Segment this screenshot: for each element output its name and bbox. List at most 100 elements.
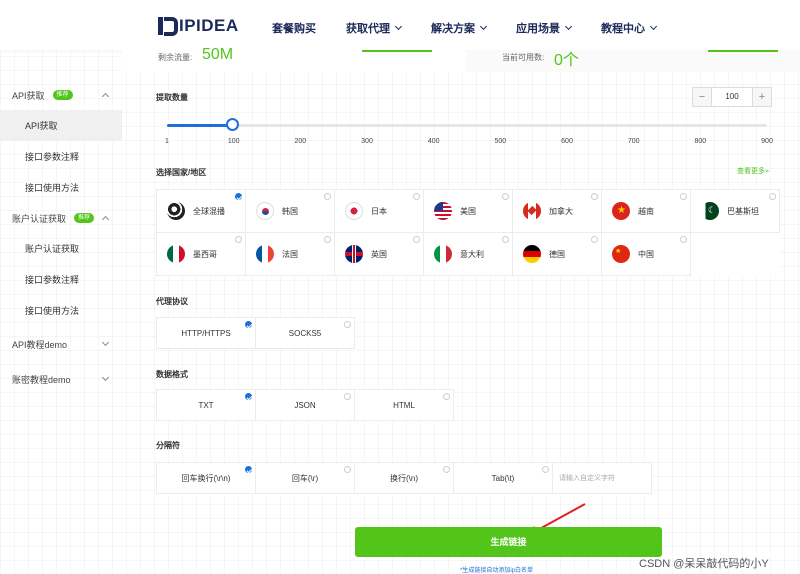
protocol-grid: HTTP/HTTPS SOCKS5	[156, 317, 355, 349]
checkbox	[443, 466, 450, 473]
nav-item-packages[interactable]: 套餐购买	[272, 20, 316, 36]
custom-separator-input[interactable]: 请输入自定义字符	[552, 462, 652, 494]
checkbox	[344, 321, 351, 328]
quantity-slider-handle[interactable]	[226, 118, 239, 131]
separator-option-crlf[interactable]: 回车换行(\r\n)	[156, 462, 256, 494]
main-nav: 套餐购买 获取代理 解决方案 应用场景 教程中心	[272, 20, 686, 36]
region-option-usa[interactable]: 美国	[423, 189, 513, 233]
format-grid: TXT JSON HTML	[156, 389, 454, 421]
quantity-slider-fill	[167, 124, 233, 127]
korea-flag-icon	[256, 202, 274, 220]
sidebar-item-api-usage[interactable]: 接口使用方法	[0, 172, 122, 203]
format-option-txt[interactable]: TXT	[156, 389, 256, 421]
region-option-global[interactable]: 全球混播	[156, 189, 246, 233]
slider-tick-label: 300	[361, 138, 373, 145]
format-option-html[interactable]: HTML	[354, 389, 454, 421]
sidebar-group-account-demo[interactable]: 账密教程demo	[0, 362, 122, 396]
region-option-uk[interactable]: 英国	[334, 232, 424, 276]
quantity-stepper: − 100 +	[692, 87, 772, 107]
region-option-china[interactable]: ★ 中国	[601, 232, 691, 276]
chevron-down-icon	[101, 338, 110, 347]
decrement-button[interactable]: −	[693, 88, 711, 106]
nav-item-get-proxy[interactable]: 获取代理	[346, 20, 403, 36]
slider-tick-label: 200	[294, 138, 307, 145]
remaining-traffic-card: 剩余流量: 50M	[122, 46, 465, 72]
sidebar-item-account-usage[interactable]: 接口使用方法	[0, 295, 122, 326]
remaining-traffic-label: 剩余流量:	[158, 53, 193, 62]
checkbox	[680, 236, 687, 243]
format-title: 数据格式	[156, 370, 188, 379]
sidebar-item-account-params[interactable]: 接口参数注释	[0, 264, 122, 295]
quantity-input[interactable]: 100	[711, 88, 753, 106]
checkbox	[413, 236, 420, 243]
slider-tick-label: 500	[494, 138, 507, 145]
checkbox	[324, 193, 331, 200]
protocol-option-socks5[interactable]: SOCKS5	[255, 317, 355, 349]
separator-option-lf[interactable]: 换行(\n)	[354, 462, 454, 494]
whitelist-hint: *生成链接自动添加ip白名单	[460, 568, 534, 574]
logo-text: IPIDEA	[179, 16, 239, 35]
checkbox	[502, 193, 509, 200]
checkbox-checked	[235, 193, 242, 200]
increment-button[interactable]: +	[753, 88, 771, 106]
nav-item-solutions[interactable]: 解决方案	[431, 20, 488, 36]
remaining-traffic-value: 50M	[202, 46, 234, 63]
checkbox	[324, 236, 331, 243]
see-more-link[interactable]: 查看更多»	[737, 166, 769, 176]
mexico-flag-icon	[167, 245, 185, 263]
region-option-canada[interactable]: 加拿大	[512, 189, 602, 233]
sidebar-item-account-get[interactable]: 账户认证获取	[0, 233, 122, 264]
slider-tick-label: 800	[694, 138, 707, 145]
checkbox-checked	[245, 466, 252, 473]
canada-flag-icon	[523, 202, 541, 220]
slider-tick-label: 900	[761, 138, 773, 145]
slider-tick-label: 600	[561, 138, 573, 145]
generate-link-button[interactable]: 生成链接	[355, 527, 662, 557]
checkbox-checked	[245, 321, 252, 328]
format-option-json[interactable]: JSON	[255, 389, 355, 421]
sidebar: API获取 推荐 API获取 接口参数注释 接口使用方法 账户认证获取 推荐 账…	[0, 80, 122, 396]
extract-title: 提取数量	[156, 93, 188, 102]
checkbox	[591, 236, 598, 243]
region-option-japan[interactable]: 日本	[334, 189, 424, 233]
sidebar-group-api[interactable]: API获取 推荐	[0, 80, 122, 110]
logo[interactable]: IPIDEA	[158, 16, 239, 36]
globe-icon	[167, 202, 185, 220]
chevron-up-icon	[101, 215, 110, 224]
separator-grid: 回车换行(\r\n) 回车(\r) 换行(\n) Tab(\t) 请输入自定义字…	[156, 462, 652, 494]
checkbox	[542, 466, 549, 473]
chevron-down-icon	[564, 22, 573, 31]
top-header: IPIDEA 套餐购买 获取代理 解决方案 应用场景 教程中心	[0, 0, 800, 50]
region-option-mexico[interactable]: 墨西哥	[156, 232, 246, 276]
region-option-italy[interactable]: 意大利	[423, 232, 513, 276]
chevron-down-icon	[649, 22, 658, 31]
quantity-slider-track[interactable]	[167, 124, 767, 127]
recommend-badge: 推荐	[52, 90, 73, 100]
logo-icon	[158, 17, 178, 36]
chevron-down-icon	[394, 22, 403, 31]
sidebar-item-api-params[interactable]: 接口参数注释	[0, 141, 122, 172]
separator-option-tab[interactable]: Tab(\t)	[453, 462, 553, 494]
sidebar-group-api-demo[interactable]: API教程demo	[0, 326, 122, 362]
region-option-germany[interactable]: 德国	[512, 232, 602, 276]
checkbox	[591, 193, 598, 200]
checkbox	[413, 193, 420, 200]
uk-flag-icon	[345, 245, 363, 263]
nav-item-tutorials[interactable]: 教程中心	[601, 20, 658, 36]
region-option-korea[interactable]: 韩国	[245, 189, 335, 233]
available-count-card: 当前可用数: 0个	[466, 50, 800, 72]
sidebar-item-api-get[interactable]: API获取	[0, 110, 122, 141]
region-option-vietnam[interactable]: ★ 越南	[601, 189, 691, 233]
region-option-france[interactable]: 法国	[245, 232, 335, 276]
protocol-option-http[interactable]: HTTP/HTTPS	[156, 317, 256, 349]
vietnam-flag-icon: ★	[612, 202, 630, 220]
sidebar-group-account[interactable]: 账户认证获取 推荐	[0, 203, 122, 233]
region-option-pakistan[interactable]: ☾ 巴基斯坦	[690, 189, 780, 233]
checkbox-checked	[245, 393, 252, 400]
region-title: 选择国家/地区	[156, 168, 207, 177]
separator-option-cr[interactable]: 回车(\r)	[255, 462, 355, 494]
available-count-label: 当前可用数:	[502, 53, 545, 62]
china-flag-icon: ★	[612, 245, 630, 263]
nav-item-scenarios[interactable]: 应用场景	[516, 20, 573, 36]
separator-title: 分隔符	[156, 441, 180, 450]
